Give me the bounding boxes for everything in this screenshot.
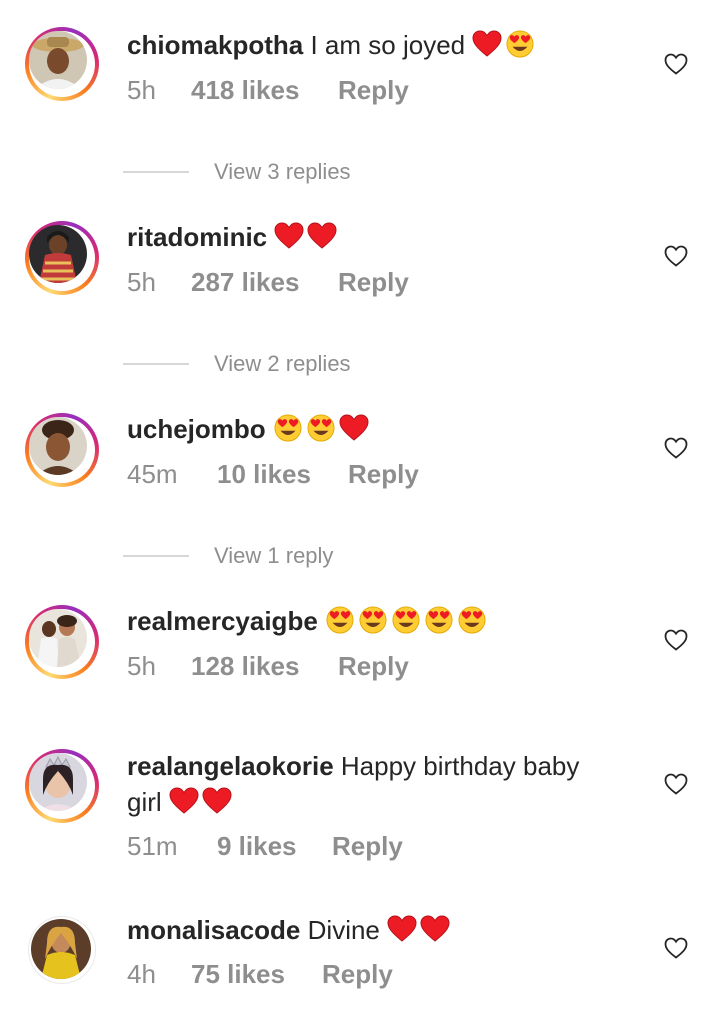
heart-eyes-icon: [424, 606, 454, 634]
heart-eyes-icon: [391, 606, 421, 634]
comment-username[interactable]: monalisacode: [127, 915, 300, 945]
like-heart-icon[interactable]: [664, 773, 688, 795]
reply-button[interactable]: Reply: [338, 648, 409, 684]
heart-eyes-icon: [325, 606, 355, 634]
comment-text: Happy birthday baby: [340, 751, 580, 781]
comment-username[interactable]: chiomakpotha: [127, 30, 303, 60]
avatar[interactable]: [31, 919, 91, 979]
reply-thread-line: [123, 171, 189, 173]
comment-time: 5h: [127, 267, 156, 297]
view-replies[interactable]: View 2 replies: [0, 349, 720, 379]
reply-button[interactable]: Reply: [332, 828, 403, 864]
heart-eyes-icon: [358, 606, 388, 634]
likes-count[interactable]: 287 likes: [191, 264, 299, 300]
like-heart-icon[interactable]: [664, 629, 688, 651]
avatar[interactable]: [29, 31, 87, 89]
story-ring[interactable]: [25, 413, 99, 487]
likes-count[interactable]: 9 likes: [217, 828, 297, 864]
view-replies[interactable]: View 3 replies: [0, 157, 720, 187]
reply-button[interactable]: Reply: [338, 72, 409, 108]
comment-text: Divine: [307, 915, 380, 945]
heart-eyes-icon: [457, 606, 487, 634]
avatar-border[interactable]: [28, 916, 96, 984]
like-heart-icon[interactable]: [664, 937, 688, 959]
story-ring[interactable]: [25, 27, 99, 101]
likes-count[interactable]: 418 likes: [191, 72, 299, 108]
heart-eyes-icon: [505, 30, 535, 58]
view-replies[interactable]: View 1 reply: [0, 541, 720, 571]
red-heart-icon: [202, 787, 232, 815]
view-replies-label[interactable]: View 1 reply: [214, 541, 333, 571]
red-heart-icon: [387, 915, 417, 943]
comment-time: 5h: [127, 75, 156, 105]
heart-eyes-icon: [306, 414, 336, 442]
story-ring[interactable]: [25, 605, 99, 679]
likes-count[interactable]: 75 likes: [191, 956, 285, 992]
comment-username[interactable]: ritadominic: [127, 222, 267, 252]
reply-button[interactable]: Reply: [338, 264, 409, 300]
avatar[interactable]: [29, 609, 87, 667]
red-heart-icon: [307, 222, 337, 250]
red-heart-icon: [420, 915, 450, 943]
likes-count[interactable]: 10 likes: [217, 456, 311, 492]
reply-thread-line: [123, 555, 189, 557]
story-ring[interactable]: [25, 749, 99, 823]
avatar[interactable]: [29, 753, 87, 811]
view-replies-label[interactable]: View 3 replies: [214, 157, 351, 187]
likes-count[interactable]: 128 likes: [191, 648, 299, 684]
red-heart-icon: [472, 30, 502, 58]
reply-button[interactable]: Reply: [322, 956, 393, 992]
like-heart-icon[interactable]: [664, 437, 688, 459]
view-replies-label[interactable]: View 2 replies: [214, 349, 351, 379]
avatar[interactable]: [29, 417, 87, 475]
avatar[interactable]: [29, 225, 87, 283]
comment-time: 45m: [127, 459, 178, 489]
red-heart-icon: [169, 787, 199, 815]
like-heart-icon[interactable]: [664, 245, 688, 267]
comment-username[interactable]: realmercyaigbe: [127, 606, 318, 636]
comment-time: 51m: [127, 831, 178, 861]
comment-time: 5h: [127, 651, 156, 681]
like-heart-icon[interactable]: [664, 53, 688, 75]
reply-button[interactable]: Reply: [348, 456, 419, 492]
comment-username[interactable]: realangelaokorie: [127, 751, 334, 781]
story-ring[interactable]: [25, 221, 99, 295]
comment-time: 4h: [127, 959, 156, 989]
comment-text-continued: girl: [127, 787, 162, 817]
heart-eyes-icon: [273, 414, 303, 442]
comment-text: I am so joyed: [310, 30, 466, 60]
reply-thread-line: [123, 363, 189, 365]
comment-username[interactable]: uchejombo: [127, 414, 266, 444]
red-heart-icon: [274, 222, 304, 250]
red-heart-icon: [339, 414, 369, 442]
